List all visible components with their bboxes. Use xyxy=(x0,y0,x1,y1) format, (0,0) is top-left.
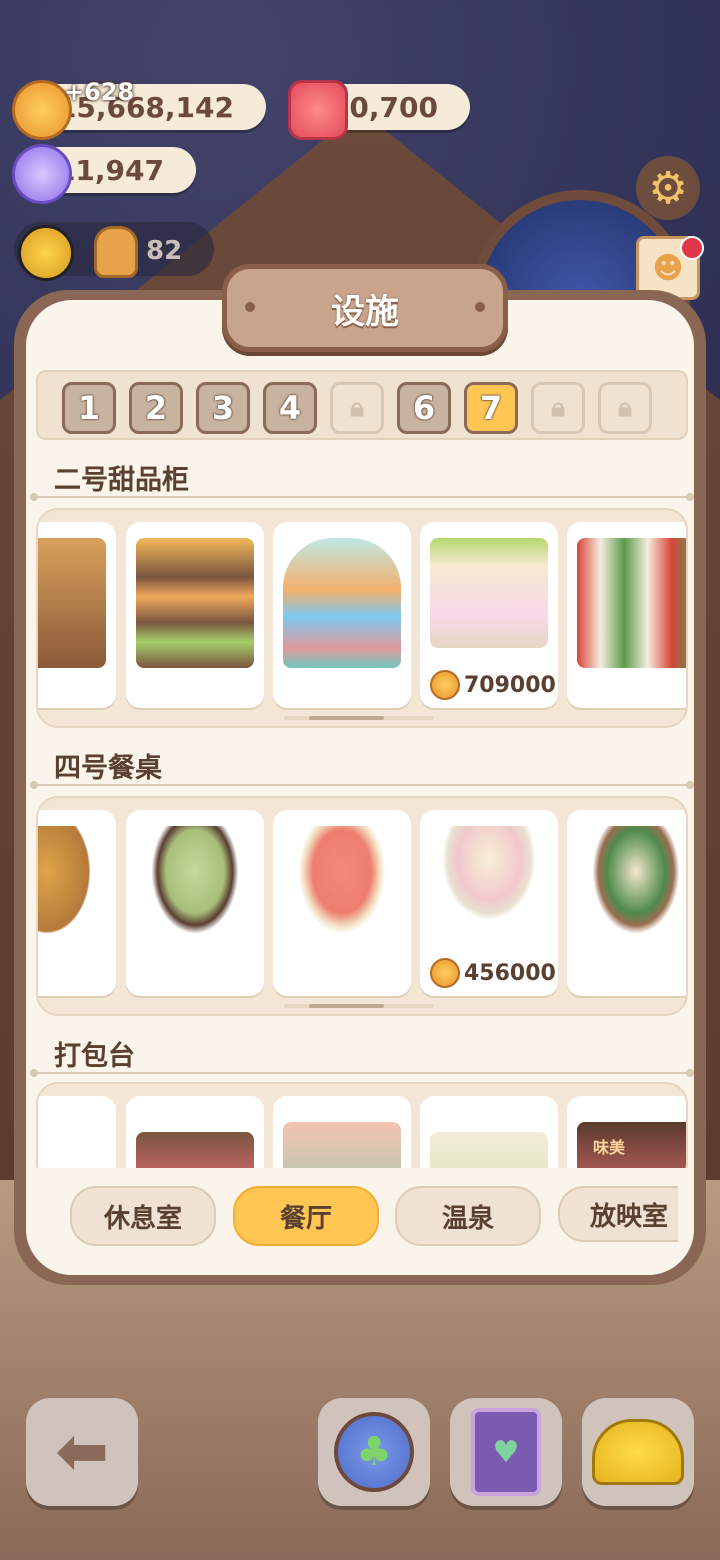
page-selector: 1 2 3 4 🔒︎ 6 7 🔒︎ 🔒︎ xyxy=(36,370,688,440)
item-card[interactable]: 709000 xyxy=(420,522,558,708)
back-button[interactable]: ⬅ xyxy=(26,1398,138,1506)
lock-icon: 🔒︎ xyxy=(350,392,364,423)
candle-icon xyxy=(288,80,348,140)
back-arrow-icon: ⬅ xyxy=(55,1415,109,1489)
page-tab-6[interactable]: 6 xyxy=(397,382,451,434)
item-price: 709000 xyxy=(430,670,556,700)
gear-icon: ⚙ xyxy=(648,162,688,214)
category-tab-hot-spring[interactable]: 温泉 xyxy=(395,1186,541,1246)
card-button[interactable]: ♥ xyxy=(450,1398,562,1506)
card-icon: ♥ xyxy=(471,1408,541,1496)
section-title: 四号餐桌 xyxy=(54,753,162,784)
category-tab-restaurant[interactable]: 餐厅 xyxy=(233,1186,379,1246)
shelf-scrollbar[interactable] xyxy=(284,716,434,720)
category-tab-lounge[interactable]: 休息室 xyxy=(70,1186,216,1246)
item-card[interactable] xyxy=(273,522,411,708)
item-card[interactable] xyxy=(126,522,264,708)
section-title: 二号甜品柜 xyxy=(54,465,189,496)
scroll-thumb[interactable] xyxy=(309,716,384,720)
item-shelf-dining-tables[interactable]: 456000 xyxy=(36,796,688,1016)
level-value: 82 xyxy=(146,236,183,266)
dining-table-image xyxy=(430,826,548,936)
item-card[interactable] xyxy=(567,810,686,996)
notification-dot xyxy=(680,236,704,260)
dining-table-image xyxy=(38,826,106,956)
scroll-thumb[interactable] xyxy=(309,1004,384,1008)
shelf-scrollbar[interactable] xyxy=(284,1004,434,1008)
item-card[interactable] xyxy=(273,810,411,996)
page-tab-4[interactable]: 4 xyxy=(263,382,317,434)
shop-sign-text: 味美 xyxy=(593,1138,626,1157)
panel-title: 设施 xyxy=(331,291,399,332)
page-tab-7[interactable]: 7 xyxy=(464,382,518,434)
page-tab-5-locked[interactable]: 🔒︎ xyxy=(330,382,384,434)
stamp-icon: ☻ xyxy=(652,250,684,286)
dessert-cabinet-image xyxy=(38,538,106,668)
dessert-cabinet-image xyxy=(283,538,401,668)
settings-button[interactable]: ⚙ xyxy=(636,156,700,220)
page-tab-1[interactable]: 1 xyxy=(62,382,116,434)
candy-value: 11,947 xyxy=(55,153,164,187)
item-card[interactable] xyxy=(38,810,116,996)
page-tab-3[interactable]: 3 xyxy=(196,382,250,434)
page-tab-9-locked[interactable]: 🔒︎ xyxy=(598,382,652,434)
gingerbread-icon xyxy=(94,226,138,278)
section-divider xyxy=(30,781,694,789)
section-divider xyxy=(30,493,694,501)
section-divider xyxy=(30,1069,694,1077)
dessert-cabinet-image xyxy=(577,538,686,668)
coin-icon xyxy=(430,670,460,700)
dining-table-image xyxy=(577,826,686,956)
category-tab-bar: 休息室 餐厅 温泉 放映室 xyxy=(26,1168,694,1275)
lock-icon: 🔒︎ xyxy=(551,392,565,423)
candy-icon xyxy=(12,144,72,204)
rivet-right xyxy=(475,302,485,312)
coin-icon xyxy=(430,958,460,988)
item-card[interactable]: 456000 xyxy=(420,810,558,996)
item-card[interactable] xyxy=(567,522,686,708)
hat-icon xyxy=(592,1419,684,1485)
price-value: 709000 xyxy=(464,672,556,698)
clover-icon: ♣ xyxy=(334,1412,414,1492)
clover-button[interactable]: ♣ xyxy=(318,1398,430,1506)
panel-title-plate: 设施 xyxy=(222,264,508,352)
dessert-cabinet-image xyxy=(430,538,548,648)
dessert-cabinet-image xyxy=(136,538,254,668)
hat-button[interactable] xyxy=(582,1398,694,1506)
item-card[interactable] xyxy=(38,522,116,708)
item-price: 456000 xyxy=(430,958,556,988)
coin-gain-badge: +628 xyxy=(64,78,135,106)
page-tab-2[interactable]: 2 xyxy=(129,382,183,434)
dining-table-image xyxy=(136,826,254,956)
rivet-left xyxy=(245,302,255,312)
price-value: 456000 xyxy=(464,960,556,986)
sun-icon xyxy=(18,225,74,281)
item-shelf-dessert-cabinets[interactable]: 709000 xyxy=(36,508,688,728)
category-tab-screening-room[interactable]: 放映室 xyxy=(558,1186,678,1242)
item-card[interactable] xyxy=(126,810,264,996)
dining-table-image xyxy=(283,826,401,956)
page-tab-8-locked[interactable]: 🔒︎ xyxy=(531,382,585,434)
coin-icon xyxy=(12,80,72,140)
section-title: 打包台 xyxy=(54,1041,135,1072)
lock-icon: 🔒︎ xyxy=(618,392,632,423)
